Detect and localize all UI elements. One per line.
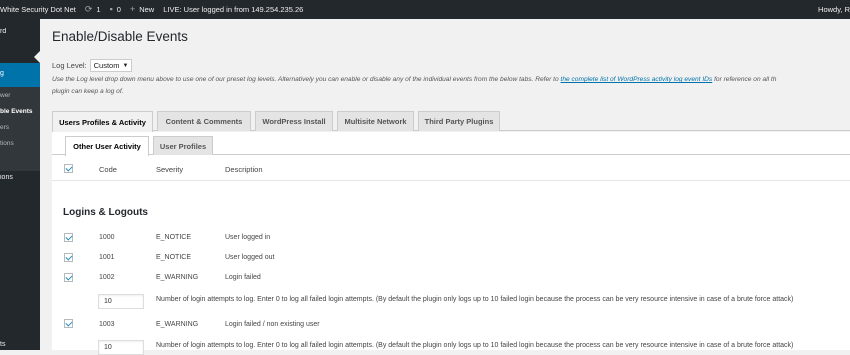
event-checkbox-1002[interactable] <box>64 273 73 282</box>
comments-count: 0 <box>116 5 121 14</box>
plus-icon: + <box>129 4 136 14</box>
tab-content-comments[interactable]: Content & Comments <box>157 111 251 131</box>
event-severity: E_WARNING <box>156 321 199 328</box>
event-checkbox-1000[interactable] <box>64 233 73 242</box>
event-description: User logged in <box>225 234 271 241</box>
event-description: User logged out <box>225 254 275 261</box>
tab-users-profiles-activity[interactable]: Users Profiles & Activity <box>52 111 153 132</box>
select-all-checkbox[interactable] <box>64 164 73 173</box>
event-code: 1003 <box>99 321 115 328</box>
sidebar-item-audit-log[interactable]: g <box>0 70 40 77</box>
page-title: Enable/Disable Events <box>52 29 188 44</box>
event-code: 1000 <box>99 234 115 241</box>
live-notification[interactable]: LIVE: User logged in from 149.254.235.26 <box>163 5 303 14</box>
header-divider <box>52 180 850 181</box>
column-header-code: Code <box>99 165 117 174</box>
event-checkbox-1001[interactable] <box>64 253 73 262</box>
sub-tabs: Other User Activity User Profiles <box>52 136 850 156</box>
site-name-link[interactable]: White Security Dot Net <box>0 5 76 14</box>
sidebar-subitem-users[interactable]: ers <box>0 124 40 131</box>
help-text-part-1: Use the Log level drop down menu above t… <box>52 76 561 83</box>
sidebar-subitem-enable-disable-events[interactable]: ble Events <box>0 108 40 115</box>
log-level-label: Log Level: <box>52 61 87 70</box>
events-panel: Other User Activity User Profiles Code S… <box>52 132 850 355</box>
log-level-select[interactable]: Custom ▼ <box>89 59 133 72</box>
tab-multisite-network[interactable]: Multisite Network <box>337 111 414 131</box>
new-label: New <box>139 5 155 14</box>
sidebar-item-extensions[interactable]: ions <box>0 174 40 181</box>
chevron-down-icon: ▼ <box>122 62 129 69</box>
sidebar-subitem-viewer[interactable]: wer <box>0 92 40 99</box>
refresh-icon: ⟳ <box>84 4 93 14</box>
login-attempts-input-1002[interactable]: 10 <box>98 294 144 309</box>
comments-link[interactable]: ▪ 0 <box>109 4 121 15</box>
new-content-link[interactable]: + New <box>129 4 155 15</box>
log-level-value: Custom <box>93 61 120 70</box>
event-checkbox-1003[interactable] <box>64 319 73 328</box>
event-code: 1001 <box>99 254 115 261</box>
event-description: Login failed <box>225 274 261 281</box>
help-text-part-3: plugin can keep a log of. <box>52 88 124 95</box>
updates-link[interactable]: ⟳ 1 <box>84 4 101 15</box>
event-code: 1002 <box>99 274 115 281</box>
comment-icon: ▪ <box>109 4 113 14</box>
subtab-user-profiles[interactable]: User Profiles <box>153 136 213 155</box>
help-text: Use the Log level drop down menu above t… <box>52 74 850 98</box>
login-attempts-help: Number of login attempts to log. Enter 0… <box>156 296 794 303</box>
event-severity: E_NOTICE <box>156 234 192 241</box>
event-severity: E_NOTICE <box>156 254 192 261</box>
subtab-other-user-activity[interactable]: Other User Activity <box>65 136 149 156</box>
log-level-row: Log Level: Custom ▼ <box>52 59 133 72</box>
help-text-part-2: for reference on all th <box>712 76 777 83</box>
sidebar-current-arrow <box>34 51 40 63</box>
login-attempts-input-1003[interactable]: 10 <box>98 340 144 355</box>
sidebar-subitem-options[interactable]: tions <box>0 140 40 147</box>
login-attempts-help: Number of login attempts to log. Enter 0… <box>156 342 794 349</box>
main-tabs: Users Profiles & Activity Content & Comm… <box>52 111 850 132</box>
sidebar-item-dashboard[interactable]: rd <box>0 28 40 35</box>
updates-count: 1 <box>96 5 101 14</box>
event-ids-link[interactable]: the complete list of WordPress activity … <box>561 76 713 83</box>
section-title-logins-logouts: Logins & Logouts <box>63 207 148 218</box>
admin-sidebar: rd g wer ble Events ers tions ions ts <box>0 19 40 350</box>
column-header-description: Description <box>225 165 263 174</box>
event-severity: E_WARNING <box>156 274 199 281</box>
sidebar-item-bottom[interactable]: ts <box>0 341 40 348</box>
howdy-user-menu[interactable]: Howdy, R <box>818 0 850 19</box>
column-header-severity: Severity <box>156 165 184 174</box>
tab-wordpress-install[interactable]: WordPress Install <box>255 111 333 131</box>
tab-third-party-plugins[interactable]: Third Party Plugins <box>418 111 500 131</box>
event-description: Login failed / non existing user <box>225 321 320 328</box>
admin-bar: White Security Dot Net ⟳ 1 ▪ 0 + New LIV… <box>0 0 850 19</box>
